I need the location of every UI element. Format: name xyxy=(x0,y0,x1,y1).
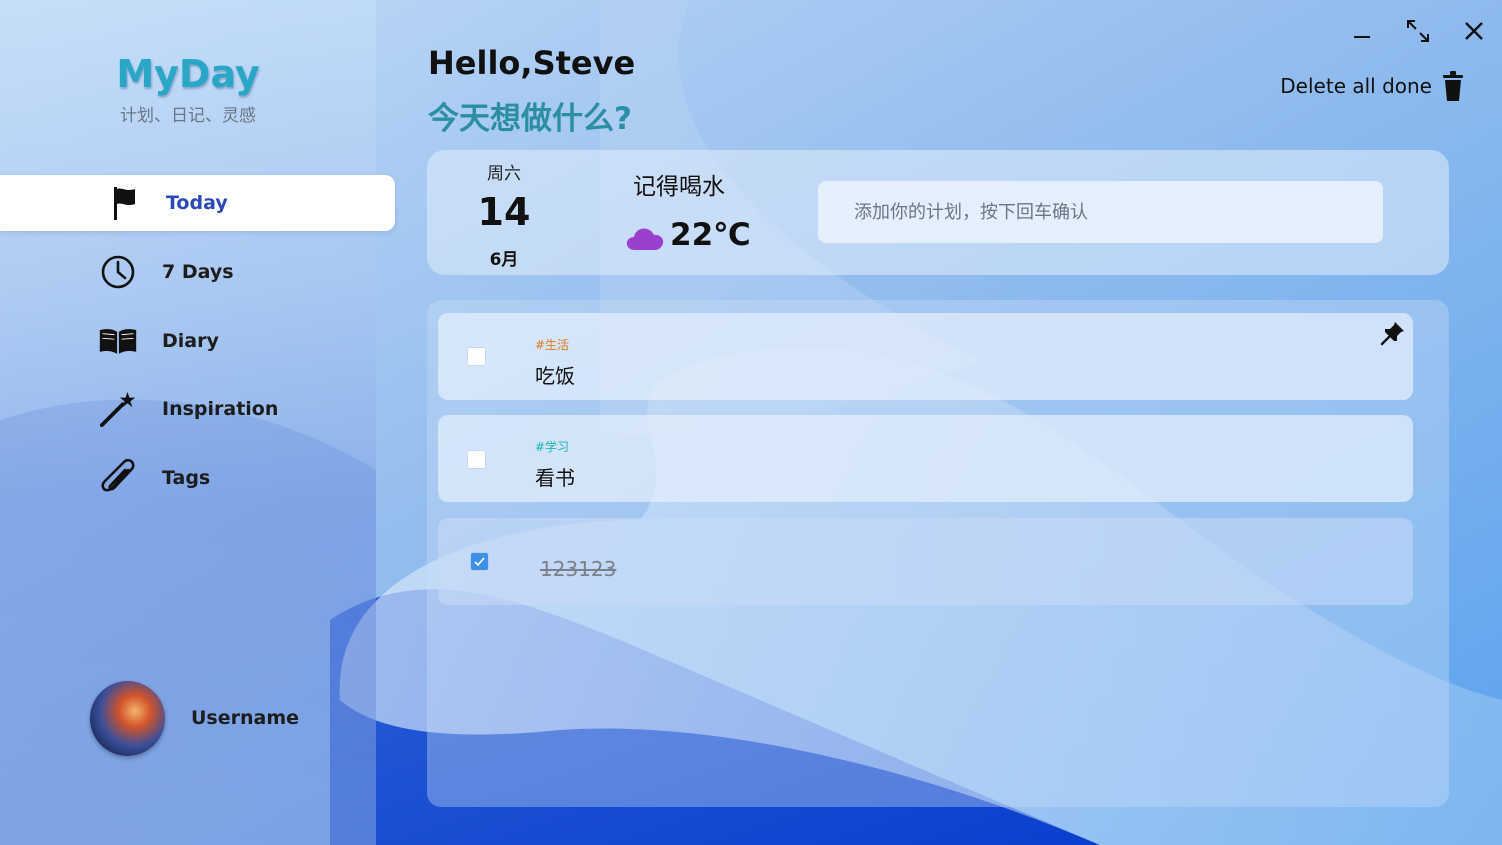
greeting: Hello,Steve xyxy=(428,44,636,82)
app-subtitle: 计划、日记、灵感 xyxy=(120,106,256,126)
cloud-icon xyxy=(625,222,665,256)
user-profile[interactable]: Username xyxy=(90,681,299,756)
temperature: 22℃ xyxy=(670,217,751,253)
paperclip-icon xyxy=(98,458,138,498)
sidebar-item-label: Tags xyxy=(162,467,211,489)
close-icon xyxy=(1465,22,1483,40)
delete-all-done-label: Delete all done xyxy=(1280,74,1432,98)
sidebar-item-inspiration[interactable]: Inspiration xyxy=(0,381,395,437)
minimize-icon xyxy=(1354,36,1370,38)
sidebar-item-label: 7 Days xyxy=(162,261,234,283)
delete-all-done-button[interactable]: Delete all done xyxy=(1280,70,1464,102)
trash-icon xyxy=(1443,71,1463,101)
sidebar-item-diary[interactable]: Diary xyxy=(0,313,395,369)
sidebar-item-7-days[interactable]: 7 Days xyxy=(0,244,395,300)
username: Username xyxy=(191,707,300,729)
reminder-text: 记得喝水 xyxy=(633,174,725,200)
sidebar-item-today[interactable]: Today xyxy=(0,175,395,231)
task-tag: #生活 xyxy=(535,338,570,352)
app-logo: MyDay xyxy=(116,52,260,96)
pin-icon[interactable] xyxy=(1380,320,1406,350)
sidebar-item-label: Inspiration xyxy=(162,398,279,420)
task-title: 吃饭 xyxy=(535,364,575,388)
task-title: 123123 xyxy=(540,557,617,581)
sidebar-item-label: Diary xyxy=(162,330,219,352)
task-item[interactable]: 123123 xyxy=(438,518,1413,605)
maximize-icon xyxy=(1407,20,1429,42)
task-checkbox[interactable] xyxy=(468,348,485,365)
clock-icon xyxy=(98,252,138,292)
month: 6月 xyxy=(489,250,519,270)
page-question: 今天想做什么? xyxy=(428,101,632,137)
minimize-button[interactable] xyxy=(1345,14,1379,48)
plan-input[interactable] xyxy=(818,181,1383,243)
sidebar-item-label: Today xyxy=(166,192,228,214)
task-checkbox[interactable] xyxy=(468,451,485,468)
sidebar: MyDay 计划、日记、灵感 Today 7 Days Diary Inspir… xyxy=(0,0,395,845)
magic-wand-icon xyxy=(98,389,138,429)
weekday: 周六 xyxy=(487,164,521,184)
task-tag: #学习 xyxy=(535,440,570,454)
task-checkbox[interactable] xyxy=(471,553,488,570)
close-button[interactable] xyxy=(1457,14,1491,48)
task-item[interactable]: #学习 看书 xyxy=(438,415,1413,502)
check-icon xyxy=(474,557,485,567)
day-number: 14 xyxy=(477,190,531,234)
avatar[interactable] xyxy=(90,681,165,756)
task-item[interactable]: #生活 吃饭 xyxy=(438,313,1413,400)
flag-icon xyxy=(104,183,144,223)
sidebar-item-tags[interactable]: Tags xyxy=(0,450,395,506)
maximize-button[interactable] xyxy=(1401,14,1435,48)
book-icon xyxy=(98,321,138,361)
task-title: 看书 xyxy=(535,466,575,490)
